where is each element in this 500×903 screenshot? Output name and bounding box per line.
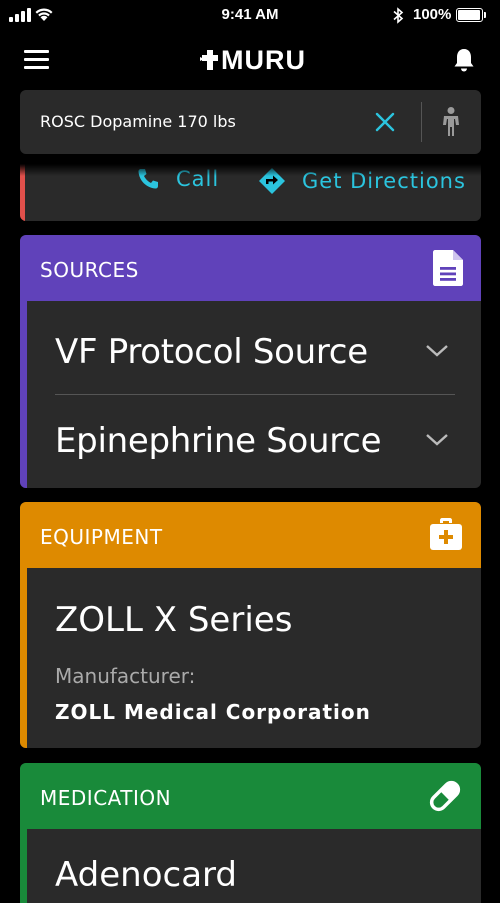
muru-logo-mark-icon: [200, 50, 218, 70]
document-icon: [433, 250, 463, 286]
source-item-epinephrine[interactable]: Epinephrine Source: [55, 393, 455, 481]
chevron-down-icon: [426, 434, 448, 446]
manufacturer-value: ZOLL Medical Corporation: [55, 700, 371, 724]
equipment-header: EQUIPMENT: [20, 502, 481, 568]
status-bar: 9:41 AM 100%: [0, 0, 500, 32]
medication-header: MEDICATION: [20, 763, 481, 829]
source-item-vf-protocol[interactable]: VF Protocol Source: [55, 304, 455, 392]
search-bar[interactable]: ROSC Dopamine 170 lbs: [20, 90, 481, 154]
source-item-label: VF Protocol Source: [55, 332, 368, 372]
equipment-name: ZOLL X Series: [55, 600, 293, 640]
bell-icon[interactable]: [453, 47, 475, 73]
medical-bag-icon: [430, 518, 462, 550]
equipment-section[interactable]: EQUIPMENT ZOLL X Series Manufacturer: ZO…: [20, 502, 481, 748]
sources-header: SOURCES: [20, 235, 481, 301]
header-shadow: [0, 164, 500, 176]
app-header: MURU: [0, 36, 500, 86]
clear-icon[interactable]: [375, 112, 395, 132]
equipment-title: EQUIPMENT: [40, 525, 163, 549]
sources-section: SOURCES VF Protocol Source Epinephrine S…: [20, 235, 481, 488]
manufacturer-label: Manufacturer:: [55, 664, 196, 688]
battery-percent: 100%: [413, 6, 452, 23]
menu-icon[interactable]: [24, 50, 49, 70]
search-input[interactable]: ROSC Dopamine 170 lbs: [40, 112, 236, 131]
app-logo: MURU: [200, 44, 306, 76]
source-item-label: Epinephrine Source: [55, 421, 382, 461]
bluetooth-icon: [393, 7, 404, 24]
search-divider: [421, 102, 422, 142]
person-icon[interactable]: [438, 106, 464, 138]
medication-name: Adenocard: [55, 855, 238, 895]
sources-accent: [20, 301, 27, 488]
medication-title: MEDICATION: [40, 786, 172, 810]
equipment-accent: [20, 568, 27, 748]
medication-accent: [20, 829, 27, 903]
sources-title: SOURCES: [40, 258, 139, 282]
battery-icon: [456, 8, 486, 22]
pill-icon: [429, 780, 461, 812]
chevron-down-icon: [426, 345, 448, 357]
medication-section[interactable]: MEDICATION Adenocard: [20, 763, 481, 903]
app-logo-text: MURU: [221, 44, 306, 75]
